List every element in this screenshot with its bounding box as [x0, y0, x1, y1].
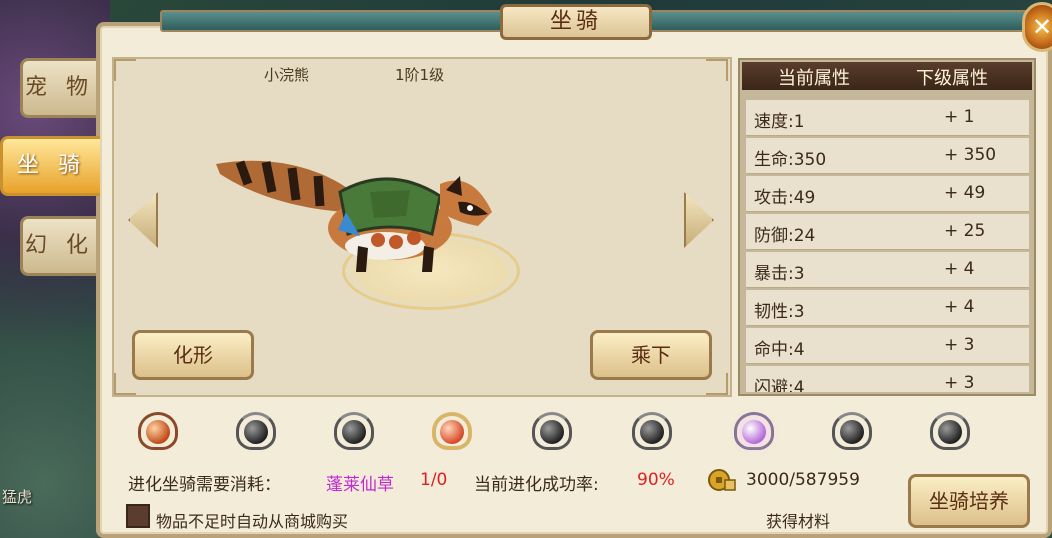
tab-pet[interactable]: 宠 物	[20, 58, 96, 118]
evolution-progress	[130, 408, 1000, 460]
viewer-corner	[114, 59, 136, 81]
mount-name: 小浣熊	[264, 66, 310, 84]
success-rate-label: 当前进化成功率:	[474, 475, 599, 495]
get-material-link[interactable]: 获得材料	[766, 508, 830, 532]
attr-next: + 25	[944, 221, 986, 241]
attr-current: 闪避:4	[754, 378, 805, 392]
attr-next: + 1	[944, 107, 975, 127]
close-button[interactable]: ✕	[1022, 2, 1052, 52]
next-attr-header: 下级属性	[916, 68, 988, 89]
attr-current: 速度:1	[754, 112, 805, 132]
coin-icon	[708, 469, 736, 491]
attribute-row: 防御:24 + 25	[746, 214, 1029, 250]
attr-next: + 350	[944, 145, 997, 165]
evolution-cost-label: 进化坐骑需要消耗：	[128, 475, 281, 495]
viewer-corner	[706, 59, 728, 81]
auto-buy-checkbox[interactable]	[126, 504, 150, 528]
attribute-row: 闪避:4 + 3	[746, 366, 1029, 392]
attribute-row: 韧性:3 + 4	[746, 290, 1029, 326]
evolution-star-icon	[628, 408, 676, 454]
attr-current: 暴击:3	[754, 264, 805, 284]
attr-next: + 3	[944, 373, 975, 392]
evolution-star-icon	[828, 408, 876, 454]
raccoon-mount-model	[216, 160, 492, 272]
transform-button[interactable]: 化形	[132, 330, 254, 380]
attr-current: 生命:350	[754, 150, 827, 170]
current-attr-header: 当前属性	[778, 68, 850, 89]
attr-next: + 49	[944, 183, 986, 203]
attr-current: 韧性:3	[754, 302, 805, 322]
auto-buy-label: 物品不足时自动从商城购买	[156, 512, 349, 531]
evolution-star-lit-icon	[134, 408, 182, 454]
success-rate-value: 90%	[637, 470, 675, 490]
evolution-item-count: 1/0	[420, 470, 448, 490]
tab-transform[interactable]: 幻 化	[20, 216, 96, 276]
tab-mount[interactable]: 坐 骑	[0, 136, 100, 196]
attribute-row: 命中:4 + 3	[746, 328, 1029, 364]
evolution-star-icon	[528, 408, 576, 454]
attr-current: 命中:4	[754, 340, 805, 360]
evolution-star-icon	[232, 408, 280, 454]
evolution-star-icon	[330, 408, 378, 454]
attr-next: + 4	[944, 259, 975, 279]
evolution-star-current-icon	[428, 408, 476, 454]
attribute-row: 速度:1 + 1	[746, 100, 1029, 136]
evolution-star-icon	[926, 408, 974, 454]
dismount-button[interactable]: 乘下	[590, 330, 712, 380]
attribute-row: 生命:350 + 350	[746, 138, 1029, 174]
train-mount-button[interactable]: 坐骑培养	[908, 474, 1030, 528]
attr-next: + 4	[944, 297, 975, 317]
attribute-header: 当前属性 下级属性	[742, 62, 1032, 90]
mount-rank: 1阶1级	[395, 66, 445, 84]
attr-current: 防御:24	[754, 226, 816, 246]
attribute-row: 攻击:49 + 49	[746, 176, 1029, 212]
evolution-star-glow-icon	[730, 408, 778, 454]
currency-amount: 3000/587959	[746, 470, 860, 490]
close-icon: ✕	[1031, 13, 1052, 41]
window-title: 坐骑	[500, 4, 652, 40]
attr-current: 攻击:49	[754, 188, 816, 208]
attr-next: + 3	[944, 335, 975, 355]
attribute-row: 暴击:3 + 4	[746, 252, 1029, 288]
evolution-item-name[interactable]: 蓬莱仙草	[326, 470, 394, 495]
background-player-name: 猛虎	[2, 488, 33, 506]
attribute-list[interactable]: 速度:1 + 1 生命:350 + 350 攻击:49 + 49 防御:24 + 25 …	[746, 100, 1029, 392]
